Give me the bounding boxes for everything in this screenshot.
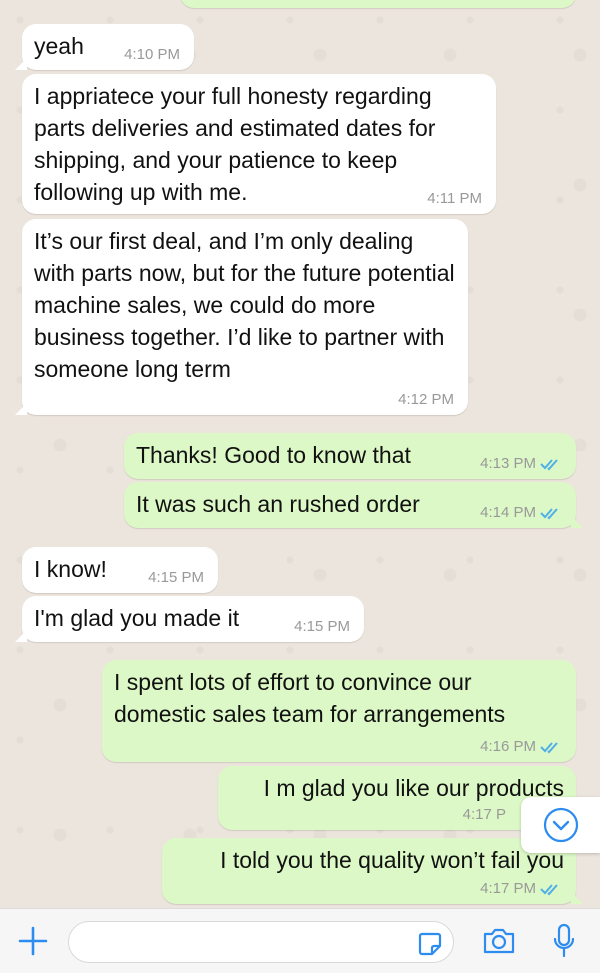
message-bubble-incoming[interactable]: I appriatece your full honesty regarding…: [22, 74, 496, 214]
message-time: 4:15 PM: [148, 569, 204, 586]
message-time: 4:12 PM: [398, 391, 454, 408]
message-bubble-outgoing[interactable]: Thanks! Good to know that 4:13 PM: [124, 433, 576, 479]
message-time: 4:11 PM: [427, 190, 482, 207]
message-time: 4:17 PM: [480, 880, 562, 898]
message-time-label: 4:17 PM: [480, 880, 536, 897]
message-time: 4:16 PM: [480, 738, 562, 756]
message-bubble-outgoing[interactable]: It was such an rushed order 4:14 PM: [124, 482, 583, 528]
message-text: I told you the quality won’t fail you: [220, 847, 564, 873]
scroll-to-bottom-button[interactable]: [521, 797, 600, 853]
chevron-down-icon: [543, 807, 578, 843]
message-time: 4:10 PM: [124, 46, 180, 63]
camera-icon[interactable]: [482, 927, 516, 955]
message-time: 4:17 P: [463, 806, 506, 824]
message-text: It’s our first deal, and I’m only dealin…: [34, 228, 455, 382]
message-bubble-incoming[interactable]: I know! 4:15 PM: [22, 547, 218, 593]
message-bubble-outgoing[interactable]: I spent lots of effort to convince our d…: [102, 660, 576, 762]
double-check-icon: [540, 884, 558, 896]
message-input[interactable]: [68, 921, 454, 963]
message-bubble-incoming[interactable]: yeah 4:10 PM: [15, 24, 194, 70]
message-text: I spent lots of effort to convince our d…: [114, 669, 506, 727]
plus-icon[interactable]: [18, 926, 48, 956]
composer-bar: [0, 908, 600, 973]
message-bubble-partial[interactable]: [180, 0, 576, 8]
sticker-icon[interactable]: [417, 931, 443, 957]
message-time: 4:15 PM: [294, 618, 350, 635]
double-check-icon: [540, 459, 558, 471]
message-time-label: 4:16 PM: [480, 738, 536, 755]
message-bubble-incoming[interactable]: I'm glad you made it 4:15 PM: [15, 596, 364, 642]
message-time-label: 4:14 PM: [480, 504, 536, 521]
message-time: 4:14 PM: [480, 504, 562, 522]
double-check-icon: [540, 508, 558, 520]
message-text: I m glad you like our products: [263, 775, 564, 801]
message-bubble-outgoing[interactable]: I told you the quality won’t fail you 4:…: [162, 838, 583, 904]
chat-area[interactable]: yeah 4:10 PM I appriatece your full hone…: [0, 0, 600, 908]
message-bubble-incoming[interactable]: It’s our first deal, and I’m only dealin…: [15, 219, 468, 415]
message-text: I appriatece your full honesty regarding…: [34, 83, 436, 205]
message-time-label: 4:17 P: [462, 806, 506, 823]
microphone-icon[interactable]: [552, 923, 576, 959]
double-check-icon: [540, 742, 558, 754]
message-time-label: 4:13 PM: [480, 455, 536, 472]
message-time: 4:13 PM: [480, 455, 562, 473]
